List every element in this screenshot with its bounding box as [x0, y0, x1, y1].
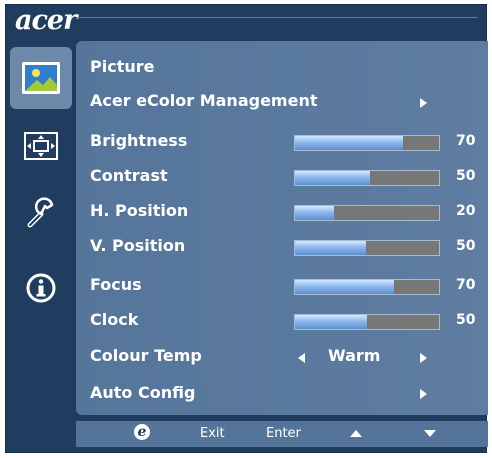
menu-section-title: Picture — [90, 52, 480, 82]
chevron-right-icon — [420, 98, 427, 108]
exit-key-label[interactable]: Exit — [200, 426, 225, 442]
clock-slider[interactable] — [294, 314, 440, 330]
v-position-slider-fill — [295, 241, 366, 255]
down-arrow-icon[interactable] — [424, 430, 436, 437]
focus-slider-fill — [295, 280, 395, 294]
position-icon — [24, 132, 58, 160]
key-guide-bar: e Exit Enter — [76, 421, 488, 447]
settings-icon — [27, 197, 54, 228]
colour-temp-label: Colour Temp — [90, 346, 202, 365]
focus-slider[interactable] — [294, 279, 440, 295]
menu-item-h-position[interactable]: H. Position 20 — [90, 196, 480, 226]
h-position-slider[interactable] — [294, 205, 440, 221]
clock-slider-fill — [295, 315, 367, 329]
osd-window: acer Picture Acer eColor Management Brig… — [5, 4, 488, 453]
menu-item-clock[interactable]: Clock 50 — [90, 305, 480, 335]
e-key-icon[interactable]: e — [134, 424, 150, 440]
brightness-label: Brightness — [90, 131, 188, 150]
contrast-value: 50 — [456, 168, 476, 184]
menu-item-focus[interactable]: Focus 70 — [90, 270, 480, 300]
tab-position[interactable] — [10, 115, 72, 177]
ecolor-label: Acer eColor Management — [90, 91, 318, 110]
colour-temp-value: Warm — [328, 346, 381, 365]
up-arrow-icon[interactable] — [350, 430, 362, 437]
menu-item-ecolor-management[interactable]: Acer eColor Management — [90, 86, 480, 116]
focus-value: 70 — [456, 277, 476, 293]
tab-settings[interactable] — [10, 183, 72, 245]
chevron-right-icon[interactable] — [420, 353, 427, 363]
info-icon — [26, 273, 56, 303]
brightness-value: 70 — [456, 133, 476, 149]
contrast-label: Contrast — [90, 166, 168, 185]
brightness-slider-fill — [295, 136, 403, 150]
v-position-slider[interactable] — [294, 240, 440, 256]
brightness-slider[interactable] — [294, 135, 440, 151]
menu-item-auto-config[interactable]: Auto Config — [90, 378, 480, 408]
auto-config-label: Auto Config — [90, 383, 196, 402]
menu-item-contrast[interactable]: Contrast 50 — [90, 161, 480, 191]
picture-menu-panel: Picture Acer eColor Management Brightnes… — [76, 41, 488, 415]
v-position-label: V. Position — [90, 236, 186, 255]
header-divider — [76, 17, 478, 18]
h-position-slider-fill — [295, 206, 334, 220]
tab-information[interactable] — [10, 257, 72, 319]
menu-item-brightness[interactable]: Brightness 70 — [90, 126, 480, 156]
chevron-left-icon[interactable] — [298, 353, 305, 363]
picture-icon — [22, 62, 60, 94]
chevron-right-icon — [420, 389, 427, 399]
acer-logo: acer — [15, 5, 77, 36]
clock-label: Clock — [90, 310, 139, 329]
h-position-value: 20 — [456, 203, 476, 219]
menu-item-v-position[interactable]: V. Position 50 — [90, 231, 480, 261]
focus-label: Focus — [90, 275, 142, 294]
section-title-label: Picture — [90, 57, 155, 76]
enter-key-label[interactable]: Enter — [266, 426, 301, 442]
tab-picture[interactable] — [10, 47, 72, 109]
contrast-slider-fill — [295, 171, 370, 185]
h-position-label: H. Position — [90, 201, 189, 220]
clock-value: 50 — [456, 312, 476, 328]
menu-item-colour-temp[interactable]: Colour Temp Warm — [90, 341, 480, 371]
contrast-slider[interactable] — [294, 170, 440, 186]
v-position-value: 50 — [456, 238, 476, 254]
